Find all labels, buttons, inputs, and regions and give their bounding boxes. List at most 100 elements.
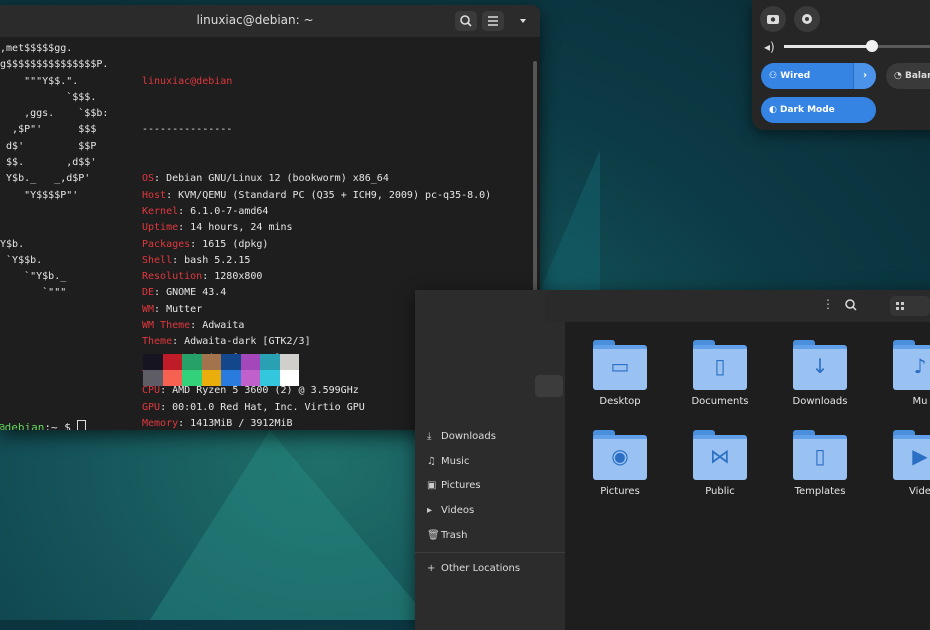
- palette-swatch: [143, 354, 163, 370]
- sidebar-item-music[interactable]: ♫ Music: [427, 456, 469, 467]
- folder-item[interactable]: ↓ Downloads: [775, 340, 865, 407]
- logo-line: `$$$.: [0, 91, 97, 103]
- info-key: WM Theme: [142, 320, 191, 332]
- settings-button[interactable]: [794, 6, 820, 32]
- palette-swatch: [240, 354, 260, 370]
- logo-line: ,g$$$$$$$$$$$$$$$P.: [0, 59, 109, 71]
- logo-line: `""": [0, 287, 67, 299]
- folder-label: Templates: [794, 486, 846, 497]
- palette-swatch: [279, 370, 299, 386]
- info-value: 1413MiB / 3912MiB: [190, 417, 293, 429]
- separator: ---------------: [142, 124, 233, 136]
- info-line: Packages: 1615 (dpkg): [142, 237, 491, 253]
- documents-folder-icon: ▯: [693, 340, 747, 390]
- folder-label: Downloads: [792, 396, 848, 407]
- info-value: 14 hours, 24 mins: [190, 222, 293, 234]
- volume-icon: ◂): [764, 40, 775, 54]
- info-line: Resolution: 1280x800: [142, 269, 491, 285]
- info-key: Shell: [142, 254, 173, 266]
- info-key: GPU: [142, 401, 161, 413]
- palette-swatch: [260, 370, 280, 386]
- volume-slider[interactable]: [784, 40, 930, 52]
- neofetch-logo: _,met$$$$$gg. ,g$$$$$$$$$$$$$$$P. """Y$$.…: [0, 41, 108, 302]
- files-search-button[interactable]: [842, 296, 860, 318]
- info-colon: :: [190, 238, 203, 250]
- wallpaper-shape: [150, 430, 430, 620]
- info-key: OS: [142, 173, 155, 185]
- grid-view-icon: [896, 302, 904, 310]
- sidebar-item-videos[interactable]: ▸ Videos: [427, 505, 474, 516]
- info-colon: :: [154, 303, 167, 315]
- sidebar-item-pictures[interactable]: ▣ Pictures: [427, 480, 481, 491]
- prompt-path: :~ $: [44, 421, 78, 430]
- folder-item[interactable]: ⋈ Public: [675, 430, 765, 497]
- menu-button[interactable]: [482, 11, 504, 31]
- dark-mode-toggle[interactable]: ◐ Dark Mode: [761, 97, 876, 123]
- info-line: Uptime: 14 hours, 24 mins: [142, 220, 491, 236]
- wired-menu-arrow[interactable]: ›: [853, 63, 876, 89]
- more-options-button[interactable]: ⋮: [822, 297, 834, 311]
- info-colon: :: [190, 320, 203, 332]
- prompt-user: @debian: [0, 421, 45, 430]
- sidebar-divider: [415, 552, 565, 553]
- search-button[interactable]: [455, 11, 477, 31]
- video-icon: ▸: [427, 505, 433, 516]
- logo-line: [0, 220, 108, 236]
- shell-prompt[interactable]: @debian:~ $: [0, 420, 87, 430]
- info-key: Host: [142, 189, 167, 201]
- color-palette: [143, 354, 299, 386]
- files-window[interactable]: ⤓ Downloads ♫ Music ▣ Pictures ▸ Videos 🗑Tra…: [415, 290, 930, 630]
- folder-item[interactable]: ◉ Pictures: [575, 430, 665, 497]
- info-line: Shell: bash 5.2.15: [142, 253, 491, 269]
- sidebar-item-label: Music: [441, 456, 470, 467]
- search-icon: [845, 299, 857, 311]
- tab-dropdown-button[interactable]: [512, 11, 534, 31]
- folder-item[interactable]: ▯ Templates: [775, 430, 865, 497]
- info-value: GNOME 43.4: [166, 287, 227, 299]
- sidebar-item-other-locations[interactable]: + Other Locations: [427, 563, 520, 574]
- info-key: Memory: [142, 417, 179, 429]
- terminal-headerbar[interactable]: linuxiac@debian: ~: [0, 5, 540, 37]
- info-colon: :: [154, 173, 167, 185]
- dark-mode-label: Dark Mode: [780, 105, 835, 115]
- search-icon: [460, 15, 472, 27]
- info-colon: :: [178, 222, 191, 234]
- sidebar-item-label: Downloads: [441, 431, 496, 442]
- folder-item[interactable]: ▶ Vide: [875, 430, 930, 497]
- info-key: Resolution: [142, 271, 203, 283]
- screenshot-button[interactable]: [760, 6, 786, 32]
- info-value: AMD Ryzen 5 3600 (2) @ 3.599GHz: [172, 385, 359, 397]
- info-value: bash 5.2.15: [184, 254, 251, 266]
- sidebar-item-trash[interactable]: 🗑Trash: [427, 530, 467, 541]
- folder-item[interactable]: ▯ Documents: [675, 340, 765, 407]
- info-key: Uptime: [142, 222, 179, 234]
- folder-item[interactable]: ♪ Mu: [875, 340, 930, 407]
- palette-swatch: [201, 354, 221, 370]
- power-mode-toggle[interactable]: ◔ Balan: [886, 63, 930, 89]
- videos-folder-icon: ▶: [893, 430, 930, 480]
- power-mode-icon: ◔: [894, 71, 905, 81]
- sidebar-selected-row[interactable]: [535, 375, 563, 397]
- chevron-down-icon: [520, 19, 526, 23]
- info-value: 1280x800: [214, 271, 263, 283]
- info-colon: :: [166, 189, 179, 201]
- info-value: 1615 (dpkg): [202, 238, 269, 250]
- info-colon: :: [160, 385, 173, 397]
- info-colon: :: [178, 205, 191, 217]
- wired-toggle[interactable]: ⚇ Wired ›: [761, 63, 876, 89]
- info-key: DE: [142, 287, 155, 299]
- view-toggle-button[interactable]: [890, 296, 930, 316]
- music-folder-icon: ♪: [893, 340, 930, 390]
- volume-slider-knob[interactable]: [866, 40, 878, 52]
- logo-line: "Y$$$$P"': [0, 189, 79, 201]
- public-folder-icon: ⋈: [693, 430, 747, 480]
- plus-icon: +: [427, 563, 436, 574]
- info-value: Adwaita: [202, 320, 245, 332]
- picture-icon: ▣: [427, 480, 437, 491]
- sidebar-item-downloads[interactable]: ⤓ Downloads: [427, 431, 496, 442]
- folder-item[interactable]: ▭ Desktop: [575, 340, 665, 407]
- templates-folder-icon: ▯: [793, 430, 847, 480]
- desktop-folder-icon: ▭: [593, 340, 647, 390]
- terminal-title: linuxiac@debian: ~: [196, 13, 314, 27]
- text-cursor: [77, 420, 87, 430]
